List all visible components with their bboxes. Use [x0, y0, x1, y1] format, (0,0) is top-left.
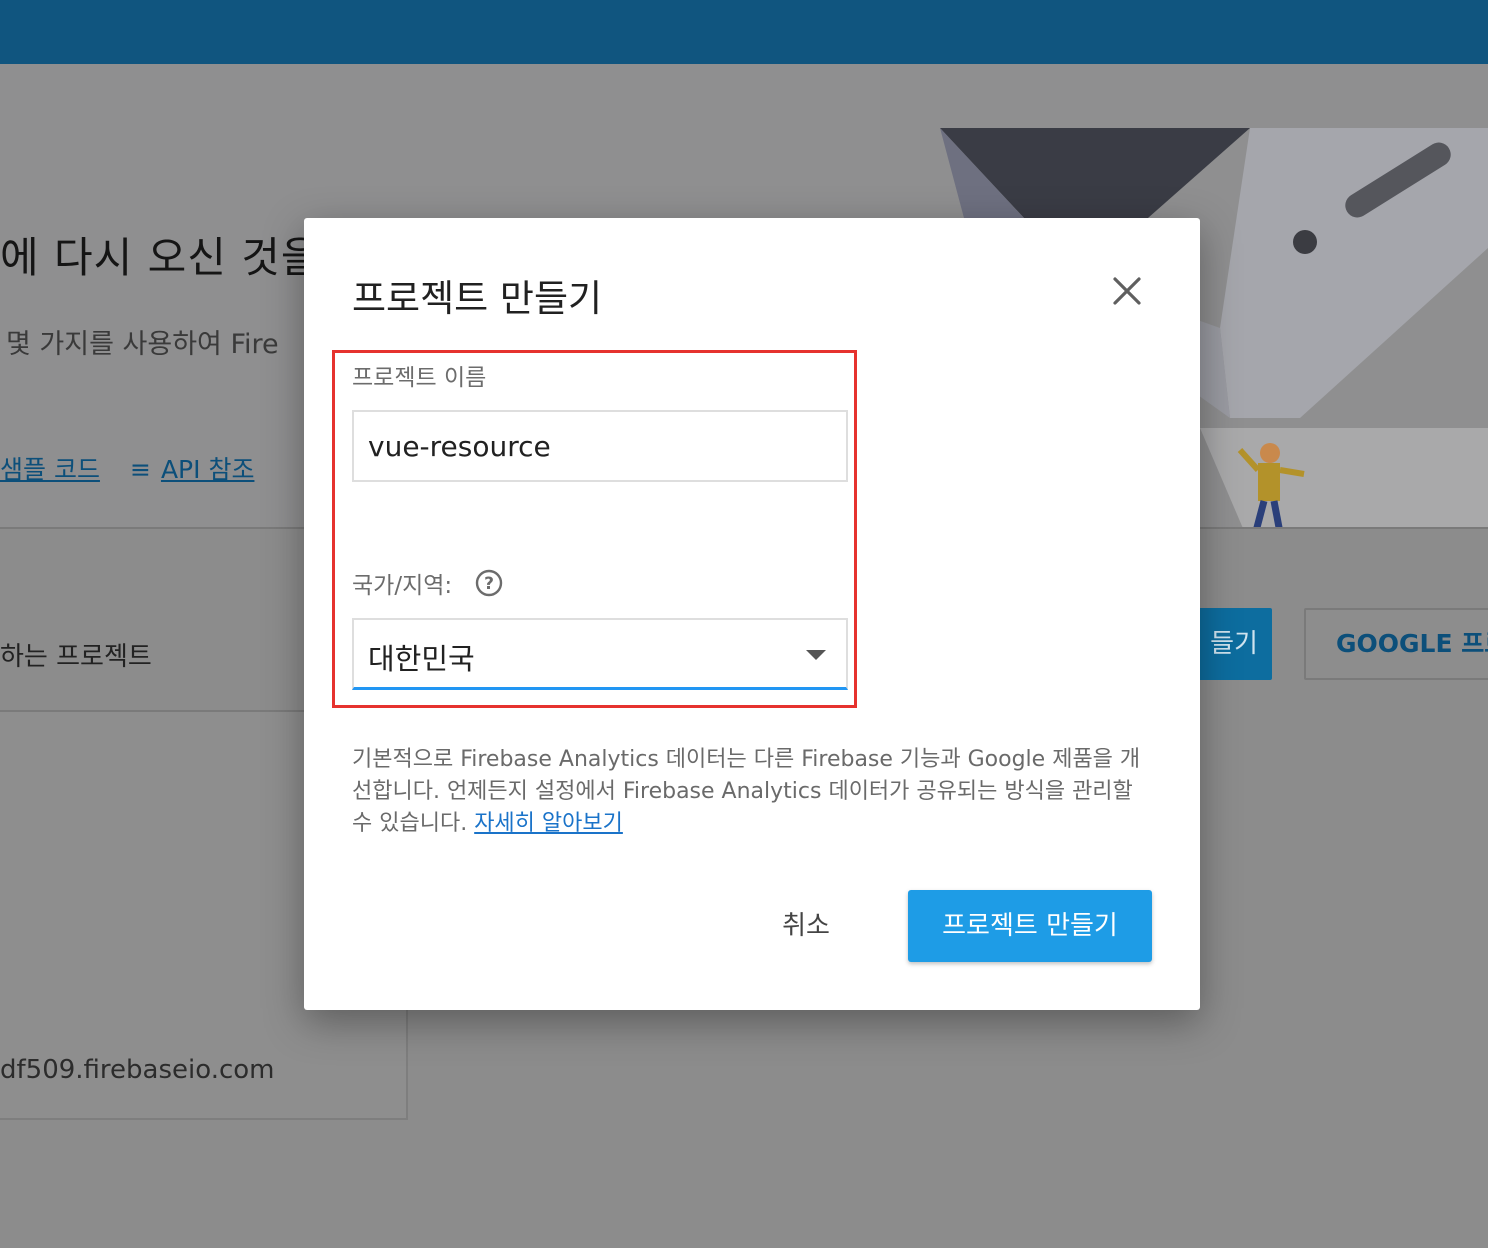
top-app-bar	[0, 0, 1488, 64]
region-selected-value: 대한민국	[368, 642, 475, 676]
api-reference-label: API 참조	[160, 455, 255, 484]
google-project-button[interactable]: GOOGLE 프로	[1304, 608, 1488, 680]
analytics-notice: 기본적으로 Firebase Analytics 데이터는 다른 Firebas…	[352, 744, 1152, 840]
region-select[interactable]: 대한민국	[352, 618, 848, 690]
sample-code-link[interactable]: 샘플 코드	[0, 450, 100, 486]
projects-section-title: 하는 프로젝트	[0, 642, 152, 672]
dialog-title: 프로젝트 만들기	[352, 277, 603, 320]
analytics-notice-text: 기본적으로 Firebase Analytics 데이터는 다른 Firebas…	[352, 747, 1141, 836]
dropdown-arrow-icon	[806, 650, 826, 660]
list-icon: ≡	[130, 455, 151, 484]
project-name-input[interactable]	[352, 410, 848, 482]
project-name-label: 프로젝트 이름	[352, 365, 487, 391]
welcome-subtitle: 몇 가지를 사용하여 Fire	[6, 329, 279, 360]
create-project-dialog: 프로젝트 만들기 프로젝트 이름 국가/지역: ? 대한민국 기본적으로 Fir…	[304, 218, 1200, 1010]
close-icon	[1113, 277, 1141, 305]
cancel-button[interactable]: 취소	[756, 890, 856, 962]
create-project-button[interactable]: 프로젝트 만들기	[908, 890, 1152, 962]
close-button[interactable]	[1104, 268, 1150, 314]
api-reference-link[interactable]: ≡ API 참조	[130, 450, 254, 486]
add-project-button[interactable]: 들기	[1196, 608, 1272, 680]
project-card-url: df509.firebaseio.com	[0, 1055, 275, 1085]
region-label: 국가/지역:	[352, 573, 453, 599]
help-icon[interactable]: ?	[474, 568, 504, 598]
svg-text:?: ?	[484, 574, 494, 594]
learn-more-link[interactable]: 자세히 알아보기	[474, 811, 623, 836]
